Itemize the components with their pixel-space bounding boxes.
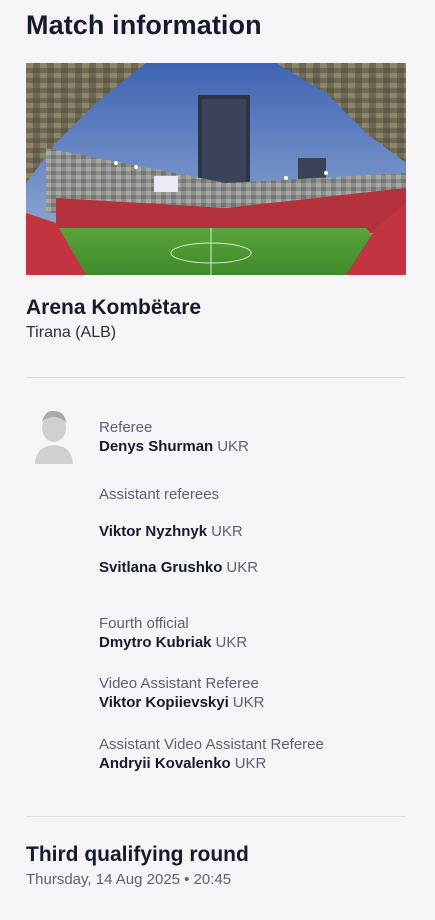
person-silhouette-icon bbox=[33, 408, 75, 464]
official-assistant-2: Svitlana Grushko UKR bbox=[99, 558, 258, 577]
divider bbox=[26, 377, 406, 378]
official-name: Viktor Nyzhnyk bbox=[99, 523, 208, 540]
official-nationality: UKR bbox=[211, 523, 243, 540]
official-nationality: UKR bbox=[234, 755, 267, 772]
official-person: Viktor Kopiievskyi UKR bbox=[99, 693, 264, 712]
page-title: Match information bbox=[26, 10, 262, 40]
official-fourth: Fourth official Dmytro Kubriak UKR bbox=[99, 614, 247, 652]
official-role: Assistant referees bbox=[99, 486, 220, 503]
venue-city: Tirana (ALB) bbox=[26, 324, 117, 341]
match-information-page: Match information Arena Kombëtare Tirana… bbox=[0, 0, 435, 920]
official-role: Fourth official bbox=[99, 615, 189, 632]
official-assistant-1: Viktor Nyzhnyk UKR bbox=[99, 522, 243, 541]
official-nationality: UKR bbox=[215, 634, 248, 651]
official-nationality: UKR bbox=[217, 438, 249, 455]
stadium-photo bbox=[26, 63, 406, 275]
official-person: Viktor Nyzhnyk UKR bbox=[99, 522, 243, 541]
official-name: Dmytro Kubriak bbox=[99, 634, 212, 651]
official-role: Assistant Video Assistant Referee bbox=[99, 736, 324, 753]
official-person: Dmytro Kubriak UKR bbox=[99, 633, 247, 652]
match-datetime: Thursday, 14 Aug 2025 • 20:45 bbox=[26, 871, 232, 888]
official-assistant-referees: Assistant referees bbox=[99, 485, 219, 504]
official-person: Denys Shurman UKR bbox=[99, 437, 249, 456]
round-title: Third qualifying round bbox=[26, 843, 249, 866]
divider bbox=[26, 816, 406, 817]
official-person: Andryii Kovalenko UKR bbox=[99, 754, 324, 773]
official-person: Svitlana Grushko UKR bbox=[99, 558, 258, 577]
official-name: Svitlana Grushko bbox=[99, 559, 223, 576]
official-role: Referee bbox=[99, 419, 153, 436]
venue-name: Arena Kombëtare bbox=[26, 296, 202, 319]
official-avar: Assistant Video Assistant Referee Andryi… bbox=[99, 735, 324, 773]
official-nationality: UKR bbox=[232, 694, 265, 711]
official-name: Viktor Kopiievskyi bbox=[99, 694, 229, 711]
official-name: Andryii Kovalenko bbox=[99, 755, 231, 772]
official-name: Denys Shurman bbox=[99, 438, 214, 455]
official-var: Video Assistant Referee Viktor Kopiievsk… bbox=[99, 674, 264, 712]
official-referee: Referee Denys Shurman UKR bbox=[99, 418, 249, 456]
official-role: Video Assistant Referee bbox=[99, 675, 259, 692]
official-nationality: UKR bbox=[226, 559, 259, 576]
